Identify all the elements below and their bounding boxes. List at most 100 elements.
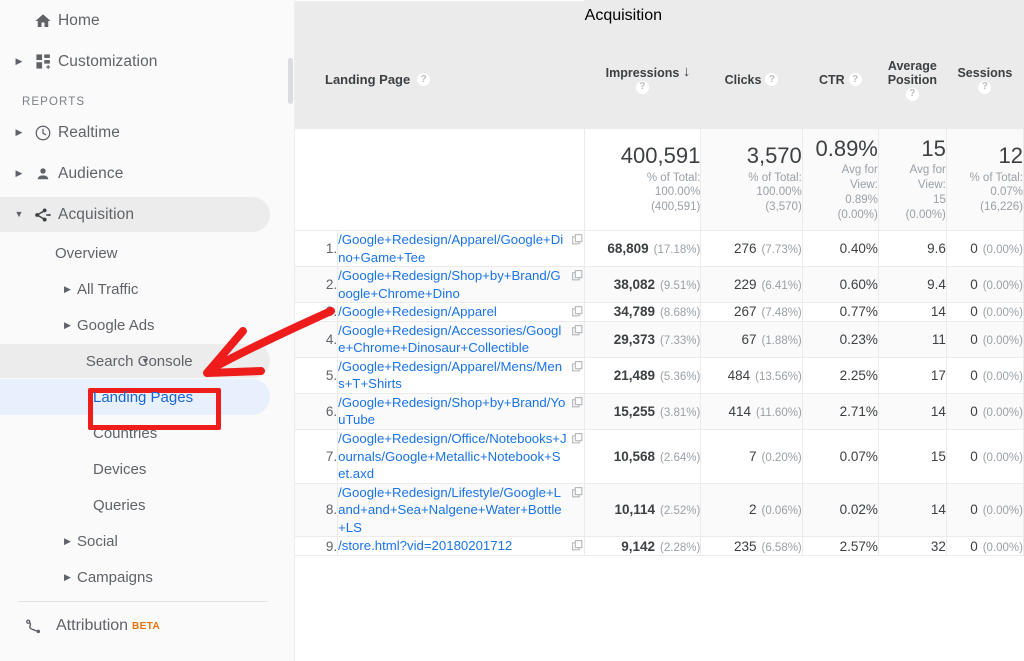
sidebar-subitem-label: Landing Pages bbox=[93, 388, 194, 406]
sidebar-item-label: Audience bbox=[58, 164, 124, 182]
table-row: 7./Google+Redesign/Office/Notebooks+Jour… bbox=[295, 429, 1024, 484]
sort-descending-icon[interactable]: ↓ bbox=[683, 64, 691, 79]
row-clicks: 267 (7.48%) bbox=[700, 302, 803, 322]
row-ctr: 0.23% bbox=[801, 320, 879, 358]
customization-icon bbox=[28, 53, 58, 70]
table-column-header-row: Landing Page ? Impressions ? ↓ Clicks ? bbox=[295, 30, 1024, 129]
row-average-position: 14 bbox=[877, 302, 947, 322]
table-row: 2./Google+Redesign/Shop+by+Brand/Google+… bbox=[295, 266, 1024, 304]
help-icon[interactable]: ? bbox=[905, 87, 919, 101]
row-landing-page: /Google+Redesign/Apparel/Mens/Mens+T+Shi… bbox=[337, 356, 585, 394]
column-header-label: Clicks bbox=[724, 72, 762, 87]
sidebar-item-customization[interactable]: ▶ Customization bbox=[0, 41, 295, 82]
table-row: 5./Google+Redesign/Apparel/Mens/Mens+T+S… bbox=[295, 356, 1024, 394]
row-impressions: 68,809 (17.18%) bbox=[583, 229, 702, 268]
row-ctr: 2.57% bbox=[801, 536, 879, 556]
column-header-ctr[interactable]: CTR ? bbox=[801, 30, 879, 129]
chevron-down-icon[interactable]: ▼ bbox=[10, 210, 28, 219]
sidebar-subitem-label: Google Ads bbox=[77, 316, 155, 334]
analytics-report-screen: Home ▶ Customization REPORTS ▶ Realtime … bbox=[0, 0, 1024, 661]
summary-average-position: 15 Avg for View: 15 (0.00%) bbox=[877, 128, 947, 231]
sidebar-item-countries[interactable]: Countries bbox=[0, 415, 295, 451]
sidebar-item-google-ads[interactable]: ▶ Google Ads bbox=[0, 307, 295, 343]
landing-page-link[interactable]: /Google+Redesign/Shop+by+Brand/YouTube bbox=[338, 394, 568, 429]
row-clicks: 7 (0.20%) bbox=[700, 429, 803, 484]
open-page-icon bbox=[571, 306, 583, 317]
chevron-right-icon[interactable]: ▶ bbox=[10, 169, 28, 178]
landing-page-link[interactable]: /Google+Redesign/Apparel/Google+Dino+Gam… bbox=[338, 231, 568, 266]
column-header-average-position[interactable]: Average Position ? bbox=[877, 30, 947, 129]
sidebar-item-all-traffic[interactable]: ▶ All Traffic bbox=[0, 271, 295, 307]
row-landing-page: /Google+Redesign/Apparel bbox=[337, 302, 585, 322]
chevron-right-icon[interactable]: ▶ bbox=[64, 320, 71, 330]
summary-clicks: 3,570 % of Total: 100.00% (3,570) bbox=[700, 128, 803, 231]
table-row: 6./Google+Redesign/Shop+by+Brand/YouTube… bbox=[295, 392, 1024, 431]
row-index: 8. bbox=[295, 482, 339, 538]
help-icon[interactable]: ? bbox=[635, 80, 649, 94]
beta-badge: BETA bbox=[132, 620, 161, 632]
table-group-header-row: Acquisition bbox=[295, 0, 1024, 31]
sidebar-subitem-label: Campaigns bbox=[77, 568, 153, 586]
sidebar-item-queries[interactable]: Queries bbox=[0, 487, 295, 523]
summary-sessions: 12 % of Total: 0.07% (16,226) bbox=[945, 128, 1024, 231]
sidebar-item-label: Home bbox=[58, 11, 100, 29]
row-landing-page: /Google+Redesign/Shop+by+Brand/YouTube bbox=[337, 392, 585, 431]
chevron-right-icon[interactable]: ▶ bbox=[64, 572, 71, 582]
column-header-impressions[interactable]: Impressions ? ↓ bbox=[583, 30, 702, 129]
landing-pages-table: Acquisition Landing Page ? Impressions ?… bbox=[295, 0, 1024, 556]
landing-page-link[interactable]: /Google+Redesign/Accessories/Google+Chro… bbox=[338, 322, 568, 357]
sidebar-item-attribution[interactable]: Attribution BETA bbox=[0, 602, 295, 650]
sidebar-item-landing-pages[interactable]: Landing Pages bbox=[0, 379, 295, 415]
summary-value: 3,570 bbox=[746, 143, 802, 169]
clock-icon bbox=[28, 124, 58, 142]
row-sessions: 0 (0.00%) bbox=[945, 229, 1024, 268]
landing-page-link[interactable]: /Google+Redesign/Shop+by+Brand/Google+Ch… bbox=[338, 267, 568, 302]
sidebar-item-social[interactable]: ▶ Social bbox=[0, 523, 295, 559]
sidebar-item-devices[interactable]: Devices bbox=[0, 451, 295, 487]
help-icon[interactable]: ? bbox=[417, 73, 431, 86]
row-average-position: 9.6 bbox=[877, 229, 947, 268]
summary-value: 0.89% bbox=[815, 135, 878, 161]
sidebar-item-realtime[interactable]: ▶ Realtime bbox=[0, 112, 295, 153]
sidebar-item-acquisition[interactable]: ▼ Acquisition bbox=[0, 194, 295, 235]
column-header-clicks[interactable]: Clicks ? bbox=[700, 30, 803, 129]
landing-page-link[interactable]: /Google+Redesign/Lifestyle/Google+Land+a… bbox=[338, 484, 568, 537]
landing-page-link[interactable]: /Google+Redesign/Apparel bbox=[338, 303, 568, 321]
help-icon[interactable]: ? bbox=[978, 80, 992, 94]
sidebar-item-search-console[interactable]: ▼ Search Console bbox=[0, 343, 295, 379]
column-header-landing-page[interactable]: Landing Page ? bbox=[295, 30, 585, 129]
open-page-icon bbox=[571, 360, 583, 372]
sidebar-item-audience[interactable]: ▶ Audience bbox=[0, 153, 295, 194]
chevron-right-icon[interactable]: ▶ bbox=[10, 128, 28, 137]
chevron-right-icon[interactable]: ▶ bbox=[64, 536, 71, 546]
open-page-icon bbox=[571, 433, 583, 444]
column-header-label: Impressions bbox=[605, 65, 680, 80]
column-header-sessions[interactable]: Sessions ? bbox=[945, 30, 1024, 129]
chevron-right-icon[interactable]: ▶ bbox=[10, 57, 28, 66]
column-header-label: Sessions bbox=[957, 65, 1013, 80]
sidebar-scrollbar-thumb[interactable] bbox=[288, 58, 293, 104]
sidebar-item-campaigns[interactable]: ▶ Campaigns bbox=[0, 559, 295, 595]
row-sessions: 0 (0.00%) bbox=[945, 429, 1024, 484]
help-icon[interactable]: ? bbox=[765, 73, 779, 86]
row-average-position: 14 bbox=[877, 482, 947, 538]
landing-page-link[interactable]: /store.html?vid=20180201712 bbox=[338, 537, 568, 555]
sidebar-item-label: Acquisition bbox=[58, 205, 135, 223]
chevron-right-icon[interactable]: ▶ bbox=[64, 284, 71, 294]
row-clicks: 67 (1.88%) bbox=[700, 320, 803, 358]
landing-page-link[interactable]: /Google+Redesign/Apparel/Mens/Mens+T+Shi… bbox=[338, 358, 568, 393]
summary-value: 15 bbox=[921, 135, 946, 161]
person-icon bbox=[28, 165, 58, 183]
row-index: 9. bbox=[295, 536, 339, 556]
sidebar-item-overview[interactable]: Overview bbox=[0, 235, 295, 271]
row-landing-page: /store.html?vid=20180201712 bbox=[337, 536, 585, 556]
help-icon[interactable]: ? bbox=[848, 73, 862, 86]
landing-pages-table-panel: Acquisition Landing Page ? Impressions ?… bbox=[295, 0, 1024, 661]
row-clicks: 276 (7.73%) bbox=[700, 229, 803, 268]
row-clicks: 484 (13.56%) bbox=[700, 356, 803, 394]
row-ctr: 2.71% bbox=[801, 392, 879, 431]
row-impressions: 15,255 (3.81%) bbox=[583, 392, 702, 431]
landing-page-link[interactable]: /Google+Redesign/Office/Notebooks+Journa… bbox=[338, 430, 568, 483]
table-row: 8./Google+Redesign/Lifestyle/Google+Land… bbox=[295, 482, 1024, 538]
sidebar-item-home[interactable]: Home bbox=[0, 0, 295, 41]
